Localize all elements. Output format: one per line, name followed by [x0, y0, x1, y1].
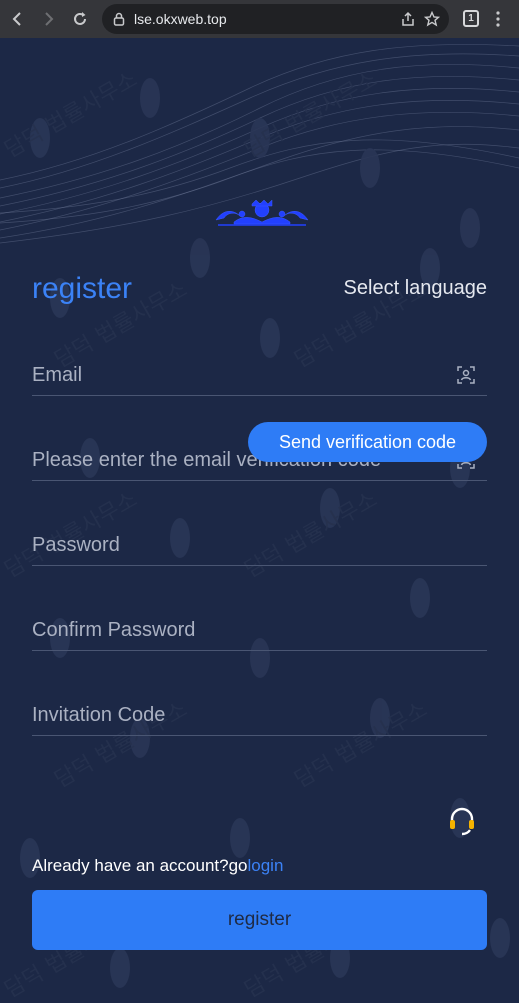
- already-have-account: Already have an account?gologin: [32, 856, 283, 876]
- forward-icon[interactable]: [38, 9, 58, 29]
- password-field[interactable]: [32, 526, 442, 564]
- scan-icon[interactable]: [457, 366, 475, 384]
- email-field[interactable]: [32, 356, 442, 394]
- brand-logo: [215, 199, 309, 226]
- email-field-row: [32, 356, 487, 396]
- confirm-password-field[interactable]: [32, 611, 442, 649]
- login-link[interactable]: login: [248, 856, 284, 875]
- send-verification-code-button[interactable]: Send verification code: [248, 422, 487, 462]
- invitation-code-field-row: [32, 696, 487, 736]
- password-field-row: [32, 526, 487, 566]
- lock-icon[interactable]: [112, 12, 126, 26]
- page-title: register: [32, 272, 133, 305]
- already-text: Already have an account?go: [32, 856, 248, 875]
- invitation-code-field[interactable]: [32, 696, 442, 734]
- bookmark-icon[interactable]: [424, 11, 440, 27]
- share-icon[interactable]: [400, 11, 416, 27]
- select-language-button[interactable]: Select language: [344, 277, 487, 300]
- menu-icon[interactable]: [492, 9, 504, 29]
- back-icon[interactable]: [8, 9, 28, 29]
- register-page: 담덕 법률사무소 담덕 법률사무소 담덕 법률사무소 담덕 법률사무소 담덕 법…: [0, 38, 519, 1003]
- address-bar[interactable]: lse.okxweb.top: [102, 4, 449, 34]
- browser-toolbar: lse.okxweb.top 1: [0, 0, 519, 38]
- url-text: lse.okxweb.top: [134, 11, 227, 27]
- reload-icon[interactable]: [70, 9, 90, 29]
- register-button[interactable]: register: [32, 890, 487, 950]
- tab-count-button[interactable]: 1: [463, 10, 479, 27]
- confirm-password-field-row: [32, 611, 487, 651]
- headset-icon[interactable]: [448, 806, 476, 836]
